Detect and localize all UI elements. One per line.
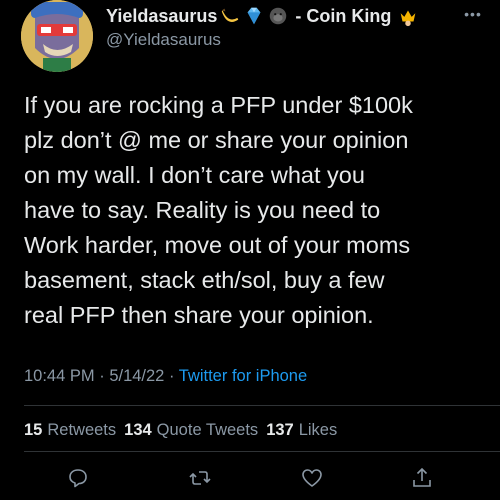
display-name-row[interactable]: Yieldasaurus - Coin King [106, 4, 419, 28]
display-name[interactable]: Yieldasaurus [106, 6, 217, 27]
gorilla-emoji-icon [267, 5, 289, 27]
meta-separator: · [168, 367, 175, 385]
share-button[interactable] [406, 462, 438, 494]
meta-separator: · [99, 367, 105, 385]
tweet-stats: 15 Retweets 134 Quote Tweets 137 Likes [24, 421, 337, 440]
gem-emoji-icon [243, 5, 265, 27]
retweets-count: 15 [24, 421, 43, 439]
heart-icon [302, 469, 322, 487]
more-options-icon[interactable]: ••• [462, 4, 484, 24]
divider [24, 451, 500, 452]
retweet-button[interactable] [184, 462, 216, 494]
reply-icon [69, 469, 87, 488]
banana-emoji-icon [219, 5, 241, 27]
likes-count: 137 [266, 421, 294, 439]
retweets-label: Retweets [47, 421, 117, 439]
avatar[interactable] [21, 0, 93, 72]
retweets-stat[interactable]: 15 Retweets [24, 421, 116, 440]
tweet-actions [0, 462, 500, 500]
tweet-text: If you are rocking a PFP under $100k plz… [24, 92, 413, 328]
name-suffix: - Coin King [295, 5, 392, 26]
likes-stat[interactable]: 137 Likes [266, 421, 337, 440]
like-button[interactable] [296, 462, 328, 494]
tweet-date[interactable]: 5/14/22 [109, 367, 164, 385]
quote-tweets-label: Quote Tweets [156, 421, 259, 439]
tweet-meta: 10:44 PM · 5/14/22 · Twitter for iPhone [24, 367, 307, 386]
likes-label: Likes [298, 421, 338, 439]
share-icon [413, 467, 431, 487]
tweet-time[interactable]: 10:44 PM [24, 367, 95, 385]
reply-button[interactable] [62, 462, 94, 494]
quote-tweets-count: 134 [124, 421, 152, 439]
retweet-icon [189, 471, 211, 485]
user-handle[interactable]: @Yieldasaurus [106, 30, 221, 50]
crown-emoji-icon [397, 5, 419, 27]
quote-tweets-stat[interactable]: 134 Quote Tweets [124, 421, 258, 440]
divider [24, 405, 500, 406]
tweet-source-link[interactable]: Twitter for iPhone [179, 367, 307, 385]
